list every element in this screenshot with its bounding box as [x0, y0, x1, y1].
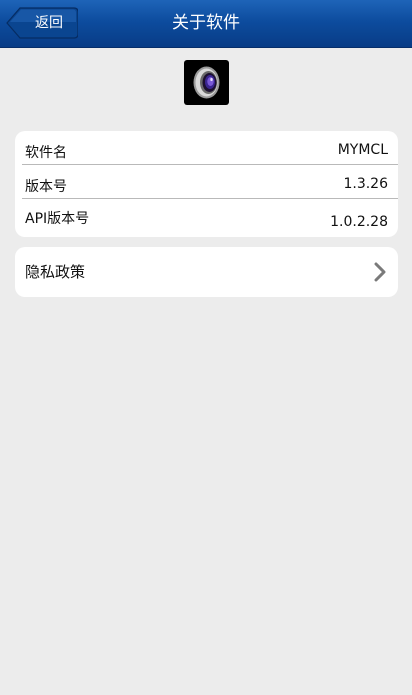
- navigation-bar: 返回 关于软件: [0, 0, 412, 48]
- back-button-label: 返回: [35, 15, 63, 31]
- privacy-policy-item[interactable]: 隐私政策: [15, 247, 398, 297]
- software-name-label: 软件名: [25, 145, 67, 161]
- back-button[interactable]: 返回: [6, 7, 78, 39]
- version-row: 版本号 1.3.26: [15, 165, 398, 198]
- chevron-right-icon: [374, 262, 386, 282]
- api-version-label: API版本号: [25, 211, 90, 227]
- privacy-policy-label: 隐私政策: [25, 263, 86, 281]
- api-version-value: 1.0.2.28: [330, 214, 388, 230]
- version-value: 1.3.26: [343, 176, 388, 192]
- software-info-card: 软件名 MYMCL 版本号 1.3.26 API版本号 1.0.2.28: [15, 131, 398, 237]
- software-name-row: 软件名 MYMCL: [15, 131, 398, 164]
- software-name-value: MYMCL: [337, 142, 388, 158]
- page-title: 关于软件: [172, 13, 240, 33]
- camera-lens-icon: [184, 60, 229, 105]
- version-label: 版本号: [25, 179, 67, 195]
- api-version-row: API版本号 1.0.2.28: [15, 199, 398, 237]
